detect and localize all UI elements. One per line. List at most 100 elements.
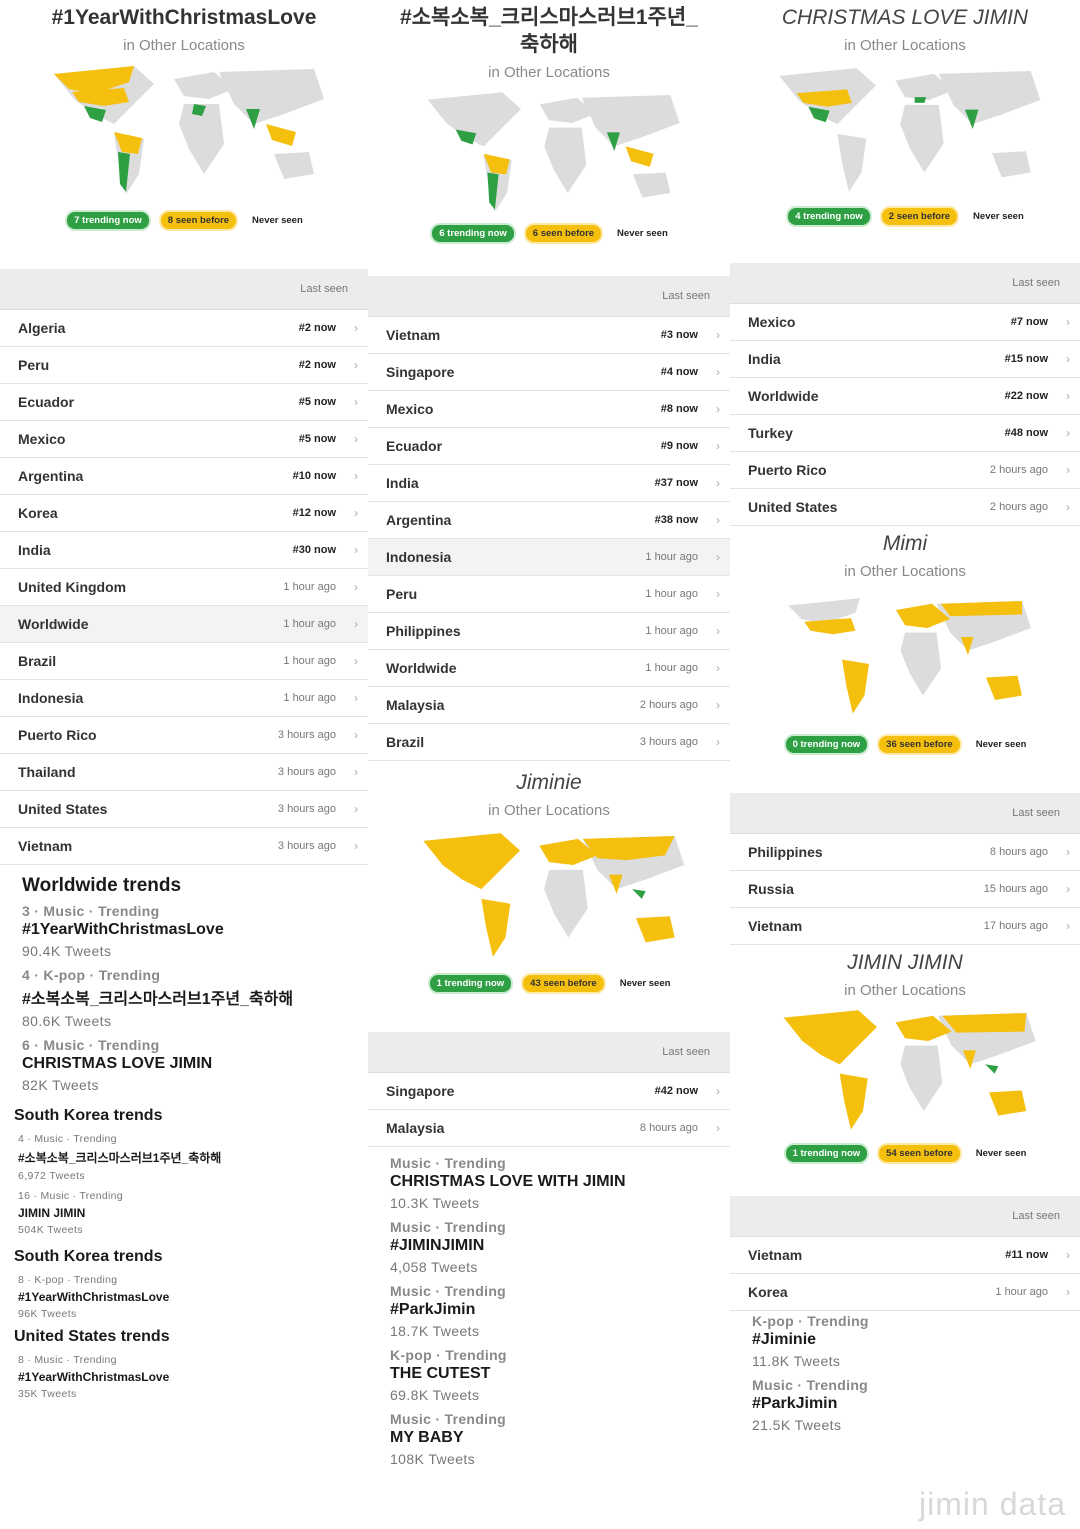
location-row[interactable]: Korea #12 now › xyxy=(0,495,368,532)
trend-list: K-pop · Trending #Jiminie 11.8K Tweets Musi… xyxy=(730,1311,1080,1439)
location-row[interactable]: Turkey #48 now › xyxy=(730,415,1080,452)
location-row[interactable]: India #37 now › xyxy=(368,465,730,502)
trend-item[interactable]: 4 · K-pop · Trending #소복소복_크리스마스러브1주년_축하해… xyxy=(0,965,368,1035)
never-seen-label: Never seen xyxy=(975,1148,1027,1159)
section-title: South Korea trends xyxy=(14,1248,163,1265)
world-map xyxy=(427,92,680,212)
rank-label: #12 now xyxy=(292,507,336,519)
location-row[interactable]: Algeria #2 now › xyxy=(0,310,368,347)
location-name: Turkey xyxy=(748,425,793,441)
location-row[interactable]: Mexico #5 now › xyxy=(0,421,368,458)
tweet-count: 504K Tweets xyxy=(18,1224,83,1236)
location-row[interactable]: Puerto Rico 3 hours ago › xyxy=(0,717,368,754)
location-name: United States xyxy=(748,499,838,515)
trend-meta: Music · Trending xyxy=(390,1283,507,1299)
location-row[interactable]: Vietnam 3 hours ago › xyxy=(0,828,368,865)
seen-before-badge: 36 seen before xyxy=(877,734,962,755)
location-name: Singapore xyxy=(386,1083,455,1099)
location-row[interactable]: United States 3 hours ago › xyxy=(0,791,368,828)
location-row[interactable]: Worldwide #22 now › xyxy=(730,378,1080,415)
trend-item[interactable]: Music · Trending MY BABY 108K Tweets xyxy=(368,1409,730,1473)
location-row[interactable]: Worldwide 1 hour ago › xyxy=(0,606,368,643)
never-seen-label: Never seen xyxy=(973,211,1024,222)
location-row[interactable]: Mexico #7 now › xyxy=(730,304,1080,341)
subtitle: in Other Locations xyxy=(844,982,966,999)
trend-item[interactable]: Music · Trending #JIMINJIMIN 4,058 Tweets xyxy=(368,1217,730,1281)
trend-name: #Jiminie xyxy=(752,1331,817,1348)
column-3: CHRISTMAS LOVE JIMIN in Other Locations … xyxy=(730,0,1080,1529)
location-row[interactable]: Singapore #42 now › xyxy=(368,1073,730,1110)
trend-item[interactable]: Music · Trending #ParkJimin 18.7K Tweets xyxy=(368,1281,730,1345)
trend-item[interactable]: Music · Trending CHRISTMAS LOVE WITH JIMI… xyxy=(368,1153,730,1217)
location-row[interactable]: Ecuador #5 now › xyxy=(0,384,368,421)
location-row[interactable]: Argentina #38 now › xyxy=(368,502,730,539)
location-row[interactable]: Mexico #8 now › xyxy=(368,391,730,428)
chevron-right-icon: › xyxy=(716,476,720,490)
trend-item[interactable]: 16 · Music · Trending JIMIN JIMIN 504K Twe… xyxy=(0,1186,368,1240)
location-row[interactable]: Philippines 1 hour ago › xyxy=(368,613,730,650)
trend-item[interactable]: K-pop · Trending THE CUTEST 69.8K Tweets xyxy=(368,1345,730,1409)
trend-item[interactable]: 4 · Music · Trending #소복소복_크리스마스러브1주년_축하해… xyxy=(0,1129,368,1186)
trending-now-badge: 4 trending now xyxy=(786,206,872,227)
location-row[interactable]: Brazil 3 hours ago › xyxy=(368,724,730,761)
section-title: South Korea trends xyxy=(14,1107,163,1124)
map-legend: 4 trending now 2 seen before Never seen xyxy=(730,206,1080,227)
trend-item[interactable]: 8 · Music · Trending #1YearWithChristmasL… xyxy=(0,1350,368,1404)
trend-item[interactable]: K-pop · Trending #Jiminie 11.8K Tweets xyxy=(730,1311,1080,1375)
location-row[interactable]: Russia 15 hours ago › xyxy=(730,871,1080,908)
section-title: United States trends xyxy=(14,1328,170,1345)
trend-item[interactable]: 3 · Music · Trending #1YearWithChristmasL… xyxy=(0,901,368,965)
world-map xyxy=(423,833,685,957)
location-row[interactable]: United Kingdom 1 hour ago › xyxy=(0,569,368,606)
location-row[interactable]: Peru 1 hour ago › xyxy=(368,576,730,613)
location-row[interactable]: Vietnam #11 now › xyxy=(730,1237,1080,1274)
last-seen-time: 3 hours ago xyxy=(639,736,698,748)
location-row[interactable]: United States 2 hours ago › xyxy=(730,489,1080,526)
location-name: Mexico xyxy=(386,401,434,417)
world-map xyxy=(783,1010,1036,1130)
trend-item[interactable]: 8 · K-pop · Trending #1YearWithChristmasL… xyxy=(0,1270,368,1324)
location-row[interactable]: Thailand 3 hours ago › xyxy=(0,754,368,791)
column-2: #소복소복_크리스마스러브1주년_축하해 in Other Locations … xyxy=(368,0,730,1529)
last-seen-time: 17 hours ago xyxy=(983,920,1048,932)
chevron-right-icon: › xyxy=(354,654,358,668)
location-row[interactable]: Malaysia 2 hours ago › xyxy=(368,687,730,724)
location-row[interactable]: Indonesia 1 hour ago › xyxy=(0,680,368,717)
trend-item[interactable]: Music · Trending #ParkJimin 21.5K Tweets xyxy=(730,1375,1080,1439)
location-header: #소복소복_크리스마스러브1주년_축하해 in Other Locations xyxy=(368,0,730,81)
last-seen-time: 3 hours ago xyxy=(277,840,336,852)
trend-name: #소복소복_크리스마스러브1주년_축하해 xyxy=(18,1151,222,1165)
location-name: Korea xyxy=(18,505,58,521)
location-row[interactable]: Vietnam #3 now › xyxy=(368,317,730,354)
location-row[interactable]: Brazil 1 hour ago › xyxy=(0,643,368,680)
location-name: Algeria xyxy=(18,320,66,336)
location-name: Mexico xyxy=(748,314,796,330)
chevron-right-icon: › xyxy=(1066,882,1070,896)
location-row[interactable]: India #30 now › xyxy=(0,532,368,569)
tweet-count: 10.3K Tweets xyxy=(390,1195,480,1211)
location-row[interactable]: Singapore #4 now › xyxy=(368,354,730,391)
location-row[interactable]: Vietnam 17 hours ago › xyxy=(730,908,1080,945)
location-row[interactable]: Korea 1 hour ago › xyxy=(730,1274,1080,1311)
trend-name: #ParkJimin xyxy=(752,1395,838,1412)
subtitle: in Other Locations xyxy=(844,563,966,580)
location-row[interactable]: Puerto Rico 2 hours ago › xyxy=(730,452,1080,489)
location-row[interactable]: Malaysia 8 hours ago › xyxy=(368,1110,730,1147)
world-map xyxy=(54,66,324,194)
hashtag-title: #1YearWithChristmasLove xyxy=(51,6,317,29)
location-row[interactable]: Argentina #10 now › xyxy=(0,458,368,495)
location-name: Ecuador xyxy=(18,394,75,410)
trend-meta: 4 · K-pop · Trending xyxy=(22,967,161,983)
location-list: Philippines 8 hours ago › Russia 15 hours ag… xyxy=(730,834,1080,945)
location-row[interactable]: Philippines 8 hours ago › xyxy=(730,834,1080,871)
chevron-right-icon: › xyxy=(1066,500,1070,514)
rank-label: #37 now xyxy=(654,477,698,489)
chevron-right-icon: › xyxy=(1066,1248,1070,1262)
location-row[interactable]: Indonesia 1 hour ago › xyxy=(368,539,730,576)
location-row[interactable]: India #15 now › xyxy=(730,341,1080,378)
trend-meta: 4 · Music · Trending xyxy=(18,1133,117,1145)
location-row[interactable]: Peru #2 now › xyxy=(0,347,368,384)
trend-item[interactable]: 6 · Music · Trending CHRISTMAS LOVE JIMIN… xyxy=(0,1035,368,1099)
location-row[interactable]: Ecuador #9 now › xyxy=(368,428,730,465)
location-row[interactable]: Worldwide 1 hour ago › xyxy=(368,650,730,687)
